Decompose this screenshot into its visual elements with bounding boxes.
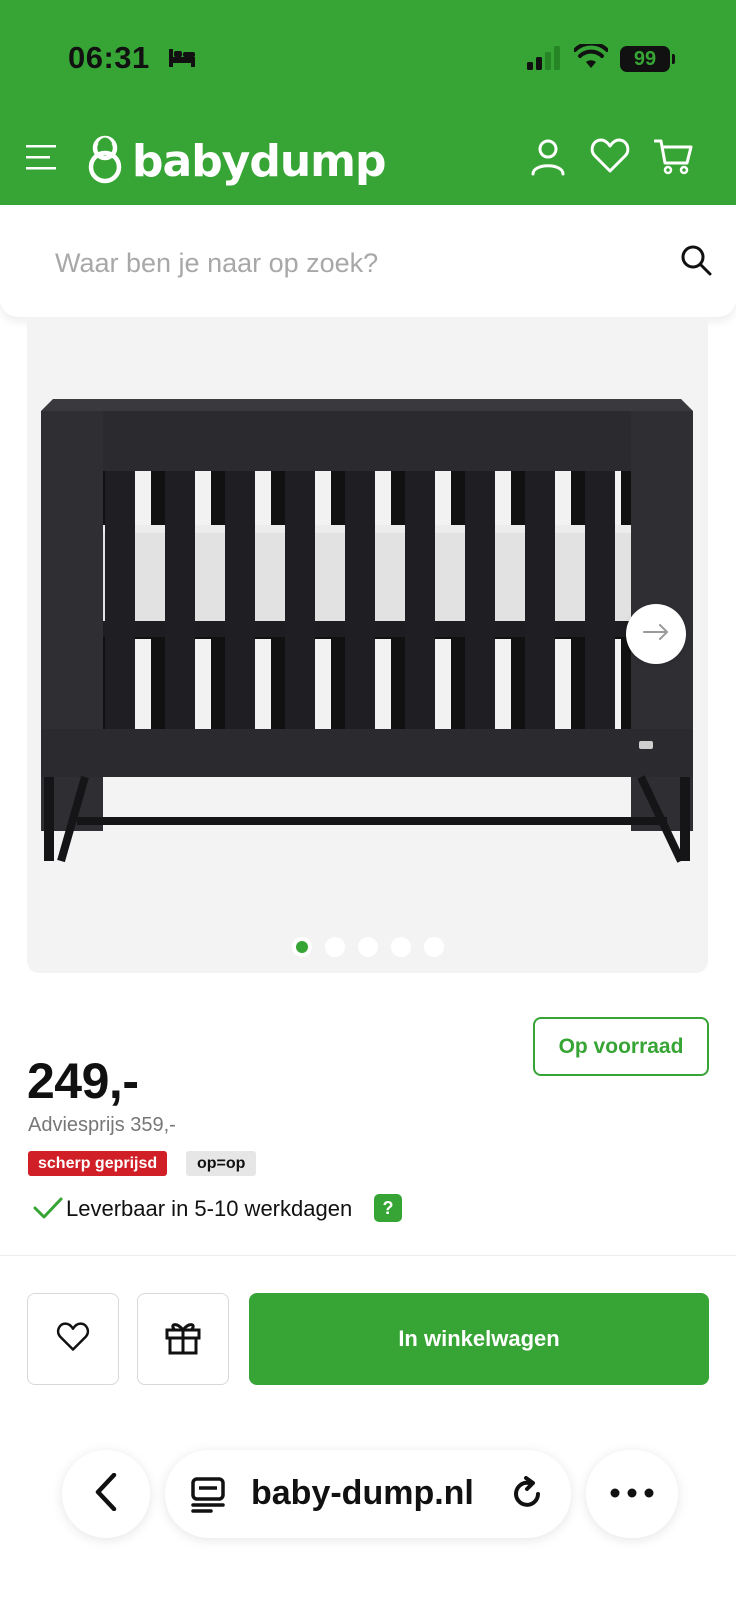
limited-stock-badge: op=op (186, 1151, 257, 1176)
wifi-icon (573, 41, 609, 75)
url-text: baby-dump.nl (251, 1474, 474, 1512)
add-to-wishlist-button[interactable] (27, 1293, 119, 1385)
search-icon[interactable] (680, 244, 712, 281)
chevron-left-icon (94, 1472, 118, 1516)
product-gallery[interactable] (27, 317, 708, 973)
heart-icon (56, 1321, 90, 1357)
search-input[interactable] (55, 243, 635, 283)
gallery-dot-1[interactable] (292, 937, 312, 957)
list-price: Adviesprijs 359,- (28, 1114, 176, 1136)
gallery-dots (0, 937, 736, 957)
gallery-next-button[interactable] (626, 604, 686, 664)
gift-button[interactable] (137, 1293, 229, 1385)
heart-icon[interactable] (590, 138, 630, 179)
bed-icon (168, 46, 196, 75)
browser-back-button[interactable] (62, 1450, 150, 1538)
logo-icon (86, 134, 124, 189)
sharp-price-badge: scherp geprijsd (28, 1151, 168, 1176)
cart-icon[interactable] (653, 138, 694, 181)
top-bar: 06:31 99 babydump (0, 0, 736, 205)
delivery-info: Leverbaar in 5-10 werkdagen (66, 1196, 353, 1221)
stock-badge: Op voorraad (533, 1017, 709, 1076)
gallery-dot-5[interactable] (424, 937, 444, 957)
account-icon[interactable] (530, 138, 566, 181)
gallery-dot-4[interactable] (391, 937, 411, 957)
gallery-dot-3[interactable] (358, 937, 378, 957)
check-icon (33, 1196, 63, 1225)
battery-icon: 99 (620, 46, 675, 72)
browser-more-button[interactable] (586, 1450, 678, 1538)
brand-name: babydump (132, 135, 387, 187)
page-menu-icon[interactable] (191, 1477, 225, 1518)
delivery-help-button[interactable]: ? (374, 1194, 402, 1222)
gallery-dot-2[interactable] (325, 937, 345, 957)
menu-icon[interactable] (26, 143, 58, 178)
arrow-right-icon (643, 623, 669, 645)
signal-icon (527, 46, 561, 75)
address-bar[interactable]: baby-dump.nl (165, 1450, 571, 1538)
brand-logo[interactable]: babydump (86, 134, 387, 189)
more-icon (610, 1485, 654, 1503)
add-to-cart-button[interactable]: In winkelwagen (249, 1293, 709, 1385)
gift-icon (165, 1319, 201, 1360)
reload-icon[interactable] (509, 1476, 545, 1517)
product-price: 249,- (27, 1053, 139, 1109)
status-time: 06:31 (68, 40, 150, 75)
search-bar (0, 205, 736, 317)
crib-image (41, 399, 693, 863)
